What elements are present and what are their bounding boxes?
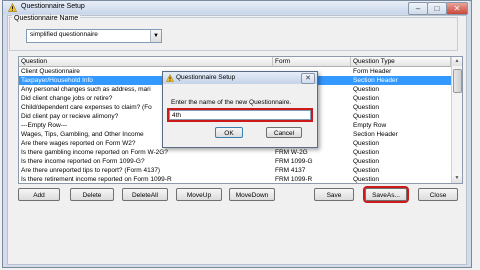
dialog-warning-icon [166,74,174,82]
title-bar[interactable]: Questionnaire Setup – □ ✕ [3,1,469,15]
new-questionnaire-dialog: Questionnaire Setup ✕ Enter the name of … [162,71,318,148]
questionnaire-name-input[interactable]: 4th [167,108,313,122]
cell-form: FRM 1099-G [275,158,313,165]
table-row[interactable]: Is there gambling income reported on For… [19,148,451,157]
close-button[interactable]: Close [418,188,458,201]
cell-question: Is there gambling income reported on For… [21,149,168,156]
grid-header: Question Form Question Type [19,57,451,67]
cell-form: FRM 1099-R [275,176,313,183]
scroll-down-icon[interactable]: ▼ [452,174,462,183]
cell-type: Form Header [353,68,392,75]
dialog-close-button[interactable]: ✕ [301,73,315,84]
cell-question: Is there income reported on Form 1099-G? [21,158,145,165]
cell-type: Section Header [353,77,398,84]
table-row[interactable]: Is there income reported on Form 1099-G?… [19,157,451,166]
column-header-question[interactable]: Question [19,57,273,66]
cell-type: Question [353,104,380,111]
scroll-thumb[interactable] [453,69,462,93]
window-title: Questionnaire Setup [21,3,85,10]
scroll-up-icon[interactable]: ▲ [452,57,462,66]
cell-form: FRM 4137 [275,167,306,174]
cell-type: Question [353,140,380,147]
column-header-form[interactable]: Form [273,57,351,66]
cell-form: FRM W-2G [275,149,308,156]
dialog-title: Questionnaire Setup [176,74,236,81]
cell-type: Question [353,158,380,165]
cell-type: Empty Row [353,122,387,129]
close-window-button[interactable]: ✕ [446,2,468,15]
minimize-button[interactable]: – [408,2,428,15]
chevron-down-icon[interactable]: ▼ [150,30,161,42]
cell-type: Question [353,167,380,174]
ok-button[interactable]: OK [215,127,243,138]
cell-type: Question [353,113,380,120]
move-up-button[interactable]: MoveUp [176,188,222,201]
cell-question: Is there retirement income reported on F… [21,176,172,183]
cell-question: Are there unreported tips to report? (Fo… [21,167,161,174]
questionnaire-name-label: Questionnaire Name [12,15,81,22]
cell-type: Section Header [353,131,398,138]
save-as-button[interactable]: SaveAs... [363,186,409,203]
vertical-scrollbar[interactable]: ▲ ▼ [451,57,462,183]
table-row[interactable]: Are there unreported tips to report? (Fo… [19,166,451,175]
app-warning-icon [8,3,17,12]
maximize-button[interactable]: □ [427,2,447,15]
column-header-question-type[interactable]: Question Type [351,57,451,66]
cell-type: Question [353,176,380,183]
move-down-button[interactable]: MoveDown [229,188,275,201]
add-button[interactable]: Add [18,188,60,201]
dialog-prompt: Enter the name of the new Questionnaire. [171,99,292,106]
delete-all-button[interactable]: DeleteAll [122,188,168,201]
cell-type: Question [353,95,380,102]
questionnaire-name-value: simplified questionnaire [30,31,98,38]
cell-type: Question [353,149,380,156]
cell-type: Question [353,86,380,93]
table-row[interactable]: Is there retirement income reported on F… [19,175,451,183]
save-button[interactable]: Save [314,188,354,201]
dialog-title-bar[interactable]: Questionnaire Setup ✕ [163,72,317,84]
cancel-button[interactable]: Cancel [266,127,302,138]
delete-button[interactable]: Delete [70,188,114,201]
questionnaire-name-select[interactable]: simplified questionnaire ▼ [26,29,162,43]
